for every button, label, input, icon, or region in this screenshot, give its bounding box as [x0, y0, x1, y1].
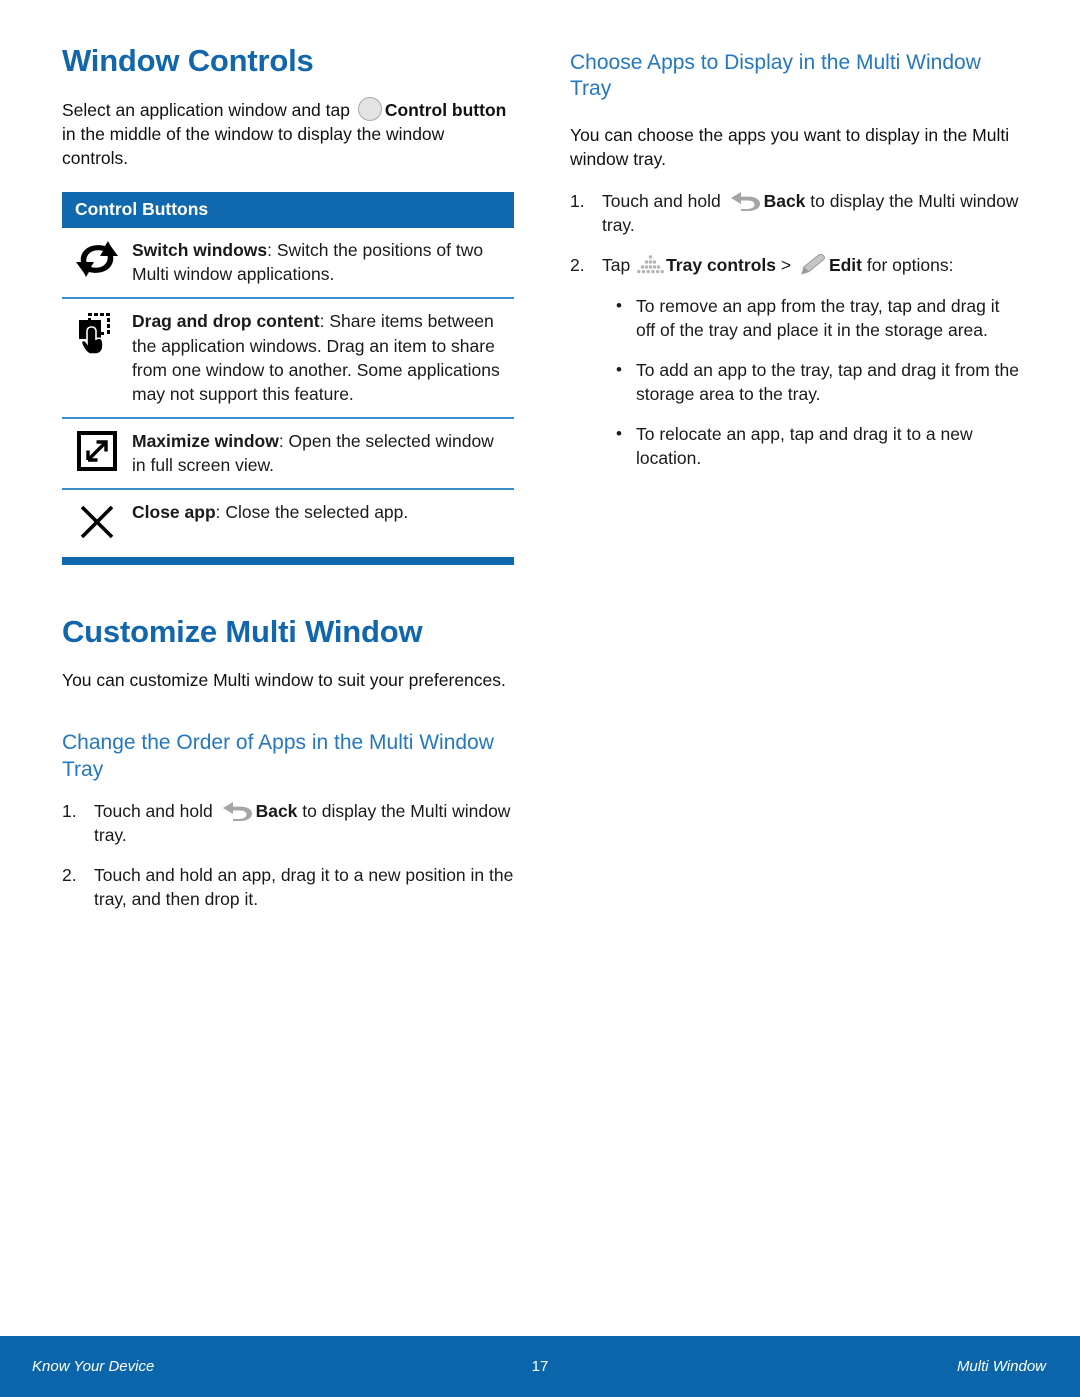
control-buttons-table: Control Buttons Switch windows: Switch t…	[62, 192, 514, 566]
customize-intro-paragraph: You can customize Multi window to suit y…	[62, 669, 506, 690]
intro-text-part2: in the middle of the window to display t…	[62, 123, 445, 168]
list-item: • To add an app to the tray, tap and dra…	[570, 358, 1022, 406]
change-order-steps-list: 1. Touch and hold Back to display the Mu…	[62, 799, 514, 912]
row-term: Maximize window	[132, 430, 279, 451]
step-text-before: Touch and hold	[602, 191, 726, 212]
choose-apps-steps-list: 1. Touch and hold Back to display the Mu…	[570, 189, 1022, 277]
bullet-glyph: •	[616, 359, 622, 379]
page-title-customize-multi-window: Customize Multi Window	[62, 614, 423, 650]
step-text: Touch and hold Back to display the Multi…	[602, 189, 1022, 237]
bullet-glyph: •	[616, 295, 622, 315]
table-cell-description: Close app: Close the selected app.	[132, 500, 412, 524]
row-term: Drag and drop content	[132, 311, 320, 332]
bullet-text: To remove an app from the tray, tap and …	[636, 295, 1000, 340]
bullet-text: To add an app to the tray, tap and drag …	[636, 359, 1019, 405]
list-item: • To relocate an app, tap and drag it to…	[570, 422, 1022, 470]
table-cell-description: Switch windows: Switch the positions of …	[132, 238, 514, 286]
control-button-bold-label: Control button	[384, 99, 507, 120]
right-column: Choose Apps to Display in the Multi Wind…	[570, 50, 1022, 486]
page-title-window-controls: Window Controls	[62, 43, 314, 78]
document-page: Window Controls Select an application wi…	[0, 0, 1080, 1397]
table-bottom-rule	[62, 557, 514, 566]
window-controls-intro-paragraph: Select an application window and tap Con…	[62, 96, 514, 170]
left-column: Window Controls Select an application wi…	[62, 43, 514, 928]
drag-and-drop-icon	[62, 309, 132, 356]
switch-windows-icon	[62, 238, 132, 278]
choose-apps-intro-paragraph: You can choose the apps you want to disp…	[570, 124, 1010, 170]
control-button-circle-icon	[357, 96, 382, 121]
list-item: 1. Touch and hold Back to display the Mu…	[62, 799, 514, 847]
step-text: Tap Tray controls > Edit for options:	[602, 253, 1022, 277]
step-bold-label: Back	[255, 801, 298, 822]
bullet-text: To relocate an app, tap and drag it to a…	[636, 424, 973, 469]
row-term: Switch windows	[132, 240, 268, 261]
step-separator: >	[775, 255, 796, 276]
page-footer: Know Your Device 17 Multi Window	[0, 1336, 1080, 1397]
step-text: Touch and hold an app, drag it to a new …	[94, 865, 514, 910]
step-number: 2.	[570, 255, 585, 276]
tray-controls-label: Tray controls	[666, 255, 776, 276]
close-app-icon	[62, 500, 132, 542]
back-icon	[728, 190, 762, 212]
subheading-choose-apps-to-display: Choose Apps to Display in the Multi Wind…	[570, 51, 981, 101]
list-item: 1. Touch and hold Back to display the Mu…	[570, 189, 1022, 237]
step-text-after: for options:	[862, 255, 954, 276]
step-number: 2.	[62, 865, 77, 886]
subheading-change-order-of-apps: Change the Order of Apps in the Multi Wi…	[62, 731, 494, 781]
table-row: Maximize window: Open the selected windo…	[62, 419, 514, 491]
tray-controls-icon	[637, 254, 664, 274]
maximize-window-icon	[62, 429, 132, 471]
bullet-glyph: •	[616, 424, 622, 444]
footer-page-number: 17	[531, 1358, 549, 1375]
step-number: 1.	[570, 191, 585, 212]
list-item: • To remove an app from the tray, tap an…	[570, 294, 1022, 342]
edit-pencil-icon	[799, 254, 826, 276]
list-item: 2. Tap Tray controls > Edit for options:	[570, 253, 1022, 277]
row-desc: : Close the selected app.	[215, 502, 409, 523]
list-item: 2. Touch and hold an app, drag it to a n…	[62, 863, 514, 911]
row-term: Close app	[132, 502, 216, 523]
step-text: Touch and hold Back to display the Multi…	[94, 799, 514, 847]
options-bullet-list: • To remove an app from the tray, tap an…	[570, 294, 1022, 471]
step-bold-label: Back	[763, 191, 806, 212]
table-row: Switch windows: Switch the positions of …	[62, 228, 514, 300]
back-icon	[220, 800, 254, 822]
step-number: 1.	[62, 801, 77, 822]
table-row: Drag and drop content: Share items betwe…	[62, 299, 514, 419]
table-cell-description: Maximize window: Open the selected windo…	[132, 429, 514, 477]
step-text-before: Tap	[602, 255, 636, 276]
footer-section-label: Multi Window	[956, 1358, 1046, 1375]
edit-label: Edit	[828, 255, 862, 276]
table-row: Close app: Close the selected app.	[62, 490, 514, 553]
control-buttons-table-header: Control Buttons	[62, 192, 514, 229]
table-cell-description: Drag and drop content: Share items betwe…	[132, 309, 514, 406]
intro-text-part1: Select an application window and tap	[62, 99, 355, 120]
step-text-before: Touch and hold	[94, 801, 218, 822]
